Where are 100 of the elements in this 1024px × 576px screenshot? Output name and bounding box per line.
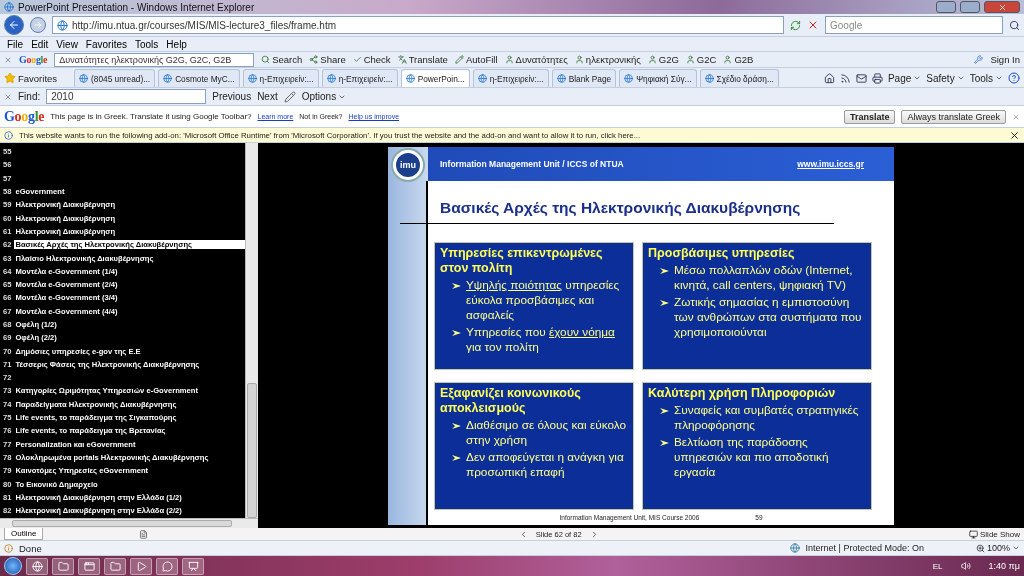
taskbar-button[interactable] xyxy=(52,557,74,575)
taskbar-button[interactable] xyxy=(26,557,48,575)
command-button[interactable]: Page xyxy=(887,72,922,84)
language-indicator[interactable]: EL xyxy=(932,561,943,571)
refresh-icon[interactable] xyxy=(790,19,801,31)
slide-show-button[interactable]: Slide Show xyxy=(969,529,1020,539)
bullet-text: Δεν αποφεύγεται η ανάγκη για προσωπική επαφή xyxy=(466,449,625,480)
wrench-icon[interactable] xyxy=(974,55,984,64)
translate-button[interactable]: Always translate Greek xyxy=(901,109,1006,124)
toolbar-search-field[interactable]: Δυνατότητες ηλεκτρονικής G2G, G2C, G2B xyxy=(54,52,255,67)
browser-tab[interactable]: PowerPoin... xyxy=(400,69,470,87)
stop-icon[interactable] xyxy=(807,19,819,31)
browser-tab[interactable]: Blank Page xyxy=(551,69,617,87)
bullet-arrow-icon xyxy=(452,328,461,337)
scrollbar[interactable] xyxy=(0,518,258,528)
browser-tab[interactable]: η-Επιχειρείν:... xyxy=(242,69,319,87)
notes-icon[interactable] xyxy=(139,529,149,539)
info-icon xyxy=(4,130,13,140)
menu-item[interactable]: Help xyxy=(163,38,190,50)
menu-item[interactable]: Favorites xyxy=(82,38,130,50)
toolbar-button[interactable]: AutoFill xyxy=(454,54,498,65)
forward-button[interactable] xyxy=(30,17,46,33)
toolbar-button[interactable]: Translate xyxy=(397,54,448,65)
toolbar-button[interactable]: G2B xyxy=(723,54,754,65)
caret-icon xyxy=(913,74,922,82)
caret-icon xyxy=(1012,544,1020,552)
browser-tab[interactable]: η-Επιχειρείν:... xyxy=(321,69,398,87)
bullet-text: Υπηρεσίες που έχουν νόημα για τον πολίτη xyxy=(466,324,616,355)
toolbar-button[interactable]: ηλεκτρονικής xyxy=(574,54,641,65)
home-icon[interactable] xyxy=(823,72,835,84)
person-icon xyxy=(685,55,695,64)
find-button[interactable]: Next xyxy=(257,91,278,102)
header-text: Information Management Unit / ICCS of NTUA xyxy=(440,158,624,169)
pencil-icon xyxy=(454,55,464,64)
status-text: Done xyxy=(19,542,42,554)
browser-tab[interactable]: Σχέδιο δράση... xyxy=(699,69,779,87)
taskbar-button[interactable] xyxy=(156,557,178,575)
outline-tab[interactable]: Outline xyxy=(4,528,44,540)
bullet-arrow-icon xyxy=(660,266,669,275)
person-icon xyxy=(647,55,657,64)
start-button[interactable] xyxy=(4,557,22,575)
help-icon[interactable] xyxy=(1008,72,1020,84)
close-icon[interactable] xyxy=(1009,129,1020,141)
mail-icon[interactable] xyxy=(855,72,867,84)
taskbar-button[interactable] xyxy=(78,557,100,575)
minimize-button[interactable] xyxy=(936,1,956,13)
zoom-icon xyxy=(975,543,985,553)
bullet-text: Βελτίωση της παράδοσης υπηρεσιών και πιο αποδοτική εργασία xyxy=(674,434,830,480)
close-button[interactable] xyxy=(984,1,1020,13)
browser-tab[interactable]: Cosmote MyC... xyxy=(158,69,240,87)
menu-item[interactable]: Edit xyxy=(28,38,52,50)
back-button[interactable] xyxy=(4,15,24,35)
translate-message: This page is in Greek. Translate it using Google Toolbar? xyxy=(50,112,252,121)
website-link[interactable]: www.imu.iccs.gr xyxy=(797,158,864,169)
scrollbar[interactable] xyxy=(245,143,258,518)
bullet-arrow-icon xyxy=(660,406,669,415)
folder-icon xyxy=(57,560,69,572)
feed-icon[interactable] xyxy=(839,72,851,84)
toolbar-button[interactable]: Δυνατότητες xyxy=(504,54,568,65)
menu-item[interactable]: File xyxy=(4,38,27,50)
zoom-button[interactable]: 100% xyxy=(975,543,1020,553)
translate-icon xyxy=(397,55,407,64)
find-label: Find: xyxy=(18,91,41,102)
menu-item[interactable]: View xyxy=(53,38,81,50)
toolbar-button[interactable]: Search xyxy=(261,54,303,65)
person-icon xyxy=(504,55,514,64)
security-zone: Internet | Protected Mode: On xyxy=(805,543,924,553)
toolbar-button[interactable]: Check xyxy=(352,54,391,65)
close-icon xyxy=(997,2,1007,12)
command-button[interactable]: Safety xyxy=(926,72,965,84)
command-button[interactable]: Tools xyxy=(969,72,1003,84)
forward-arrow-icon xyxy=(33,20,43,30)
find-button[interactable]: Previous xyxy=(212,91,252,102)
folder-icon xyxy=(109,560,121,572)
address-field[interactable]: http://imu.ntua.gr/courses/MIS/MIS-lecture3_files/frame.htm xyxy=(52,16,784,34)
find-field[interactable]: 2010 xyxy=(46,89,207,104)
toolbar-button[interactable]: G2G xyxy=(647,54,679,65)
volume-icon[interactable] xyxy=(960,561,971,571)
taskbar-button[interactable] xyxy=(182,557,204,575)
window-icon xyxy=(83,560,95,572)
toolbar-button[interactable]: Share xyxy=(309,54,346,65)
clock[interactable]: 1:40 πμ xyxy=(988,561,1020,571)
favorites-button[interactable]: Favorites xyxy=(4,69,58,87)
translate-button[interactable]: Translate xyxy=(843,109,896,124)
play-icon xyxy=(135,560,147,572)
search-field[interactable]: Google xyxy=(825,16,1003,34)
browser-tab[interactable]: η-Επιχειρείν:... xyxy=(472,69,549,87)
search-icon[interactable] xyxy=(1009,19,1020,31)
menu-item[interactable]: Tools xyxy=(132,38,162,50)
options-button[interactable]: Options xyxy=(301,91,347,102)
taskbar-button[interactable] xyxy=(104,557,126,575)
taskbar-button[interactable] xyxy=(130,557,152,575)
toolbar-button[interactable]: G2C xyxy=(685,54,717,65)
maximize-button[interactable] xyxy=(960,1,980,13)
google-logo: Google xyxy=(19,54,48,65)
browser-tab[interactable]: (8045 unread)... xyxy=(74,69,156,87)
bullet-arrow-icon xyxy=(452,453,461,462)
sign-in-button[interactable]: Sign In xyxy=(990,54,1020,65)
printer-icon[interactable] xyxy=(871,72,883,84)
browser-tab[interactable]: Ψηφιακή Σύγ... xyxy=(619,69,697,87)
